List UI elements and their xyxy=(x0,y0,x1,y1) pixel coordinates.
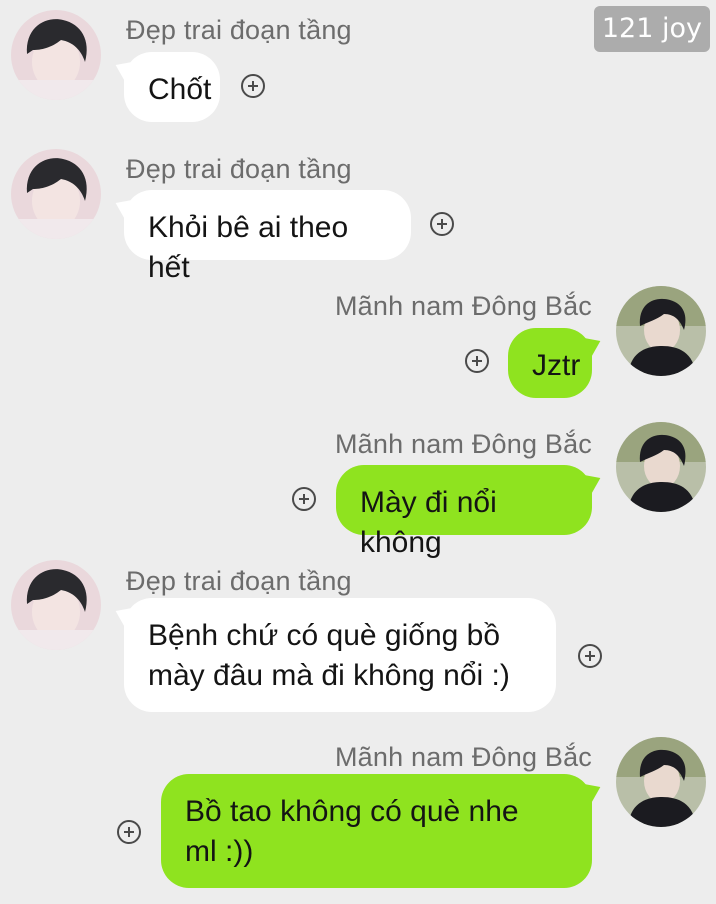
add-reaction-icon[interactable] xyxy=(578,644,602,668)
avatar[interactable] xyxy=(11,560,101,650)
avatar[interactable] xyxy=(11,10,101,100)
avatar[interactable] xyxy=(616,422,706,512)
message-bubble[interactable]: Jztr xyxy=(508,328,592,398)
message-bubble[interactable]: Chốt xyxy=(124,52,220,122)
sender-name: Đẹp trai đoạn tầng xyxy=(126,15,352,45)
sender-name: Mãnh nam Đông Bắc xyxy=(334,429,592,459)
sender-name: Mãnh nam Đông Bắc xyxy=(334,291,592,321)
message-bubble[interactable]: Bồ tao không có què nhe ml :)) xyxy=(161,774,592,888)
chat-screen: 121 joy Đẹp trai đoạn tầng Chốt Đẹp trai… xyxy=(0,0,716,904)
add-reaction-icon[interactable] xyxy=(292,487,316,511)
add-reaction-icon[interactable] xyxy=(430,212,454,236)
message-row: Mãnh nam Đông Bắc Jztr xyxy=(0,278,716,408)
message-bubble[interactable]: Khỏi bê ai theo hết xyxy=(124,190,411,284)
message-bubble[interactable]: Mày đi nổi không xyxy=(336,465,592,559)
message-row: Mãnh nam Đông Bắc Bồ tao không có què nh… xyxy=(0,732,716,904)
avatar[interactable] xyxy=(616,737,706,827)
add-reaction-icon[interactable] xyxy=(117,820,141,844)
message-row: Đẹp trai đoạn tầng Bệnh chứ có què giống… xyxy=(0,554,716,724)
add-reaction-icon[interactable] xyxy=(241,74,265,98)
message-bubble[interactable]: Bệnh chứ có què giống bồ mày đâu mà đi k… xyxy=(124,598,556,712)
sender-name: Mãnh nam Đông Bắc xyxy=(334,742,592,772)
sender-name: Đẹp trai đoạn tầng xyxy=(126,154,352,184)
message-row: Đẹp trai đoạn tầng Chốt xyxy=(0,0,716,130)
message-row: Đẹp trai đoạn tầng Khỏi bê ai theo hết xyxy=(0,140,716,284)
add-reaction-icon[interactable] xyxy=(465,349,489,373)
message-row: Mãnh nam Đông Bắc Mày đi nổi không xyxy=(0,417,716,559)
avatar[interactable] xyxy=(616,286,706,376)
avatar[interactable] xyxy=(11,149,101,239)
sender-name: Đẹp trai đoạn tầng xyxy=(126,566,352,596)
